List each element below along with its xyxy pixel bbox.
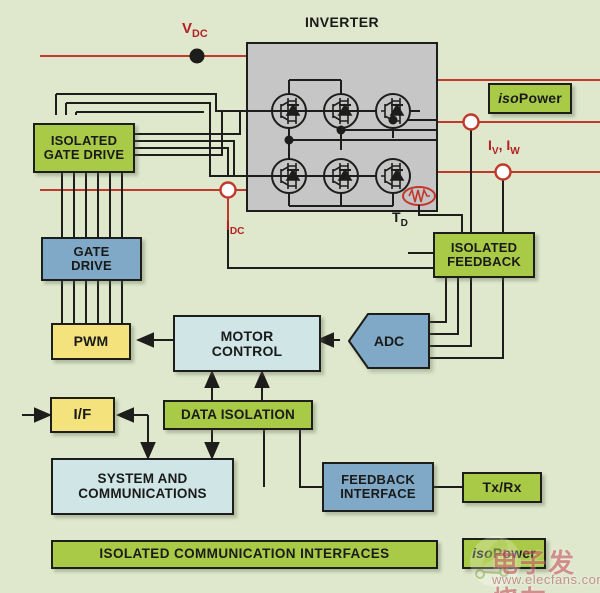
feedback-interface-line1: FEEDBACK — [341, 472, 415, 488]
iso-power-top-italic: iso — [498, 90, 519, 107]
block-isolated-communication-interfaces[interactable]: ISOLATED COMMUNICATION INTERFACES — [51, 540, 438, 569]
watermark-leaf-icon — [470, 536, 521, 587]
block-isolated-gate-drive[interactable]: ISOLATED GATE DRIVE — [33, 123, 135, 173]
block-feedback-interface[interactable]: FEEDBACK INTERFACE — [322, 462, 434, 512]
td-symbol: T — [392, 209, 401, 225]
thermistor-symbol — [402, 186, 436, 206]
block-interface[interactable]: I/F — [50, 397, 115, 433]
block-tx-rx[interactable]: Tx/Rx — [462, 472, 542, 503]
isolated-gate-drive-line2: GATE DRIVE — [43, 147, 125, 162]
diagram-canvas: INVERTER VDC IDC TD IV, IW ISOLATED GATE… — [0, 0, 600, 593]
gate-drive-line1: GATE — [73, 244, 110, 260]
idc-label: IDC — [226, 217, 244, 237]
iso-power-top-bold: Power — [518, 90, 562, 107]
iv-subscript: V — [491, 145, 499, 157]
idc-subscript: DC — [229, 225, 245, 237]
isolated-feedback-line2: FEEDBACK — [447, 254, 521, 269]
iw-subscript: W — [510, 145, 520, 157]
idc-sense-node — [219, 181, 237, 199]
vdc-symbol: V — [182, 20, 193, 37]
td-subscript: D — [400, 217, 408, 229]
block-pwm[interactable]: PWM — [51, 323, 131, 360]
iw-sense-node — [494, 163, 512, 181]
iv-iw-label: IV, IW — [488, 137, 520, 157]
isolated-feedback-line1: ISOLATED — [450, 240, 518, 256]
adc-label: ADC — [373, 333, 405, 349]
block-gate-drive[interactable]: GATE DRIVE — [41, 237, 142, 281]
block-adc[interactable]: ADC — [347, 313, 430, 369]
block-data-isolation[interactable]: DATA ISOLATION — [163, 400, 313, 430]
motor-control-line2: CONTROL — [211, 342, 283, 359]
system-comms-line2: COMMUNICATIONS — [78, 485, 207, 501]
iv-sense-node — [462, 113, 480, 131]
block-system-and-communications[interactable]: SYSTEM AND COMMUNICATIONS — [51, 458, 234, 515]
isolated-gate-drive-line1: ISOLATED — [50, 133, 118, 149]
vdc-subscript: DC — [192, 28, 208, 40]
vdc-node-dot — [189, 48, 205, 64]
block-isolated-feedback[interactable]: ISOLATED FEEDBACK — [433, 232, 535, 278]
block-iso-power-top[interactable]: iso Power — [488, 83, 572, 114]
block-motor-control[interactable]: MOTOR CONTROL — [173, 315, 321, 372]
inverter-title: INVERTER — [305, 14, 379, 30]
system-comms-line1: SYSTEM AND — [97, 471, 188, 487]
td-label: TD — [392, 209, 408, 229]
feedback-interface-line2: INTERFACE — [340, 486, 416, 501]
motor-control-line1: MOTOR — [220, 327, 274, 344]
gate-drive-line2: DRIVE — [71, 258, 112, 273]
vdc-label: VDC — [182, 20, 208, 40]
